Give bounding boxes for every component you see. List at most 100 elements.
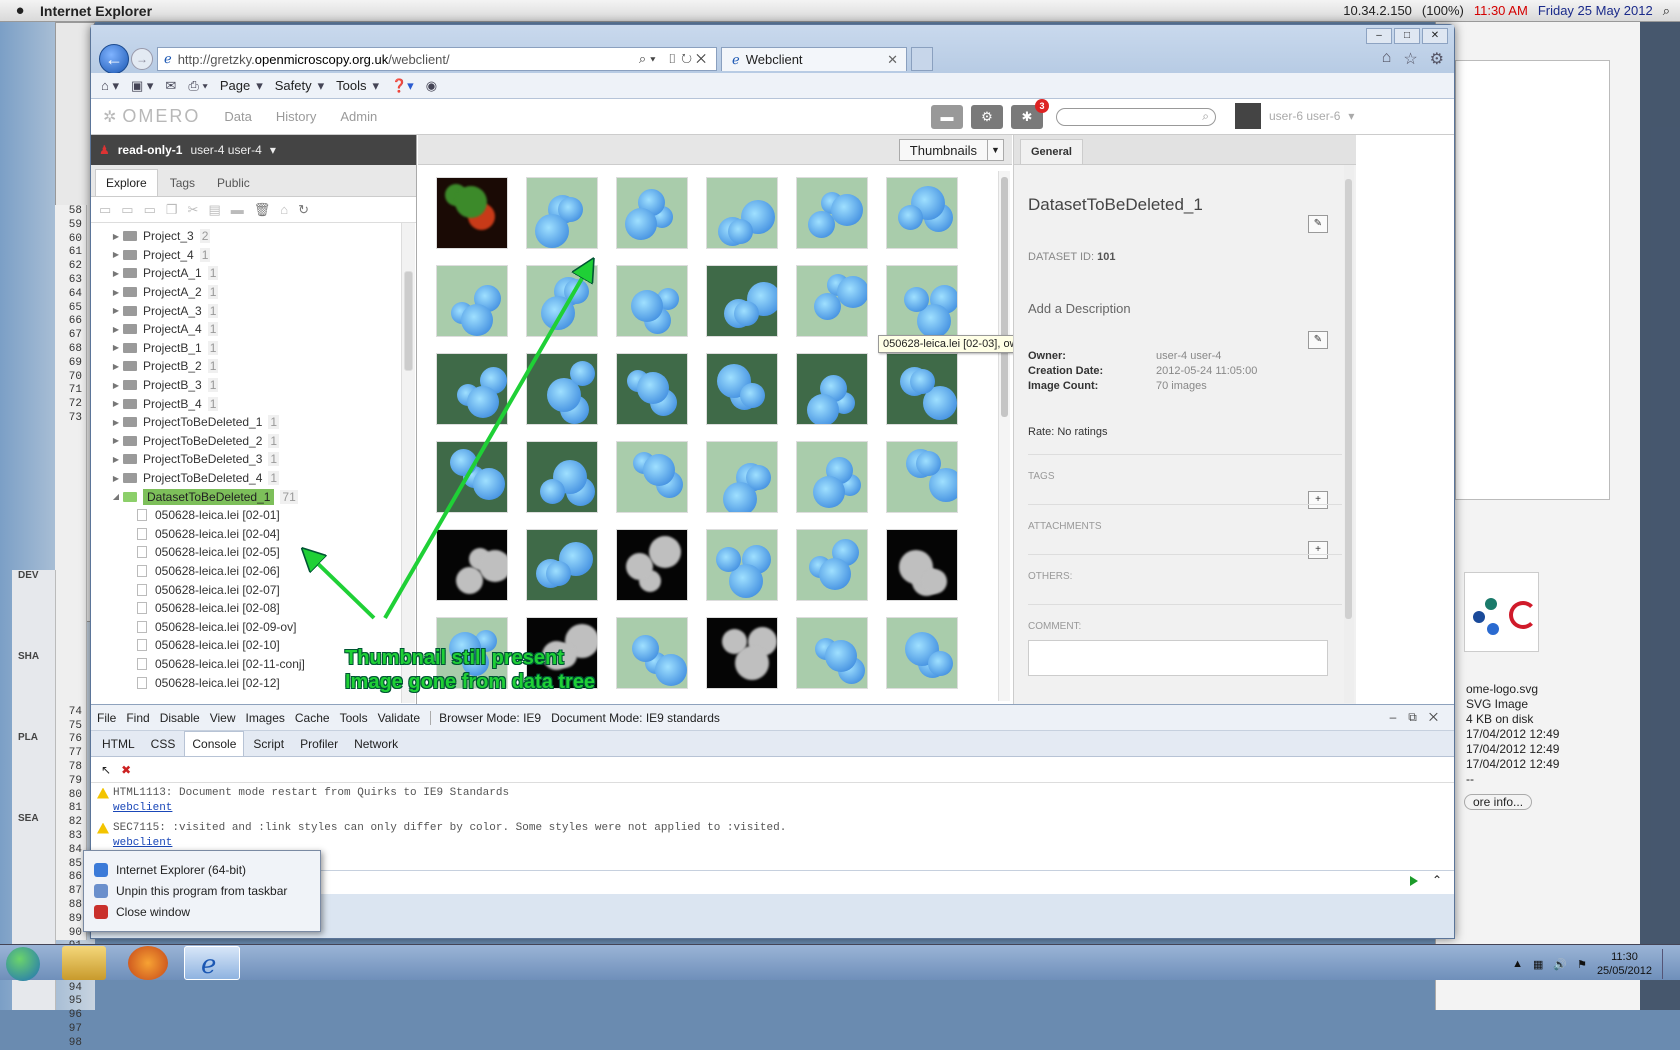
expand-arrow-icon[interactable]: ▶ — [109, 269, 123, 278]
flag-icon[interactable]: ⚑ — [1577, 958, 1587, 971]
tree-project[interactable]: ▶ ProjectToBeDeleted_2 1 — [91, 432, 401, 451]
apple-menu-icon[interactable]: ● — [0, 2, 40, 19]
background-text-window[interactable] — [1455, 60, 1610, 500]
minimize-button[interactable]: – — [1366, 28, 1392, 44]
battery-status[interactable]: (100%) — [1422, 3, 1464, 18]
jumplist-close-window[interactable]: Close window — [84, 901, 320, 922]
safety-menu[interactable]: Safety — [275, 78, 312, 93]
tree-image[interactable]: 050628-leica.lei [02-08] — [91, 599, 401, 618]
tree-image[interactable]: 050628-leica.lei [02-01] — [91, 506, 401, 525]
jumplist-open-ie[interactable]: Internet Explorer (64-bit) — [84, 859, 320, 880]
tree-project[interactable]: ▶ ProjectB_3 1 — [91, 376, 401, 395]
devtools-menu-images[interactable]: Images — [246, 711, 285, 725]
thumbnail[interactable] — [706, 617, 778, 689]
network-icon[interactable]: ▦ — [1533, 958, 1543, 971]
finder-section[interactable]: SHA — [12, 651, 55, 662]
tree-project[interactable]: ▶ ProjectB_1 1 — [91, 339, 401, 358]
document-mode-menu[interactable]: Document Mode: IE9 standards — [551, 711, 720, 725]
expand-arrow-icon[interactable]: ▶ — [109, 381, 123, 390]
tools-menu[interactable]: Tools — [336, 78, 366, 93]
show-desktop-button[interactable] — [1662, 949, 1672, 979]
thumbnail[interactable] — [436, 177, 508, 249]
nav-data[interactable]: Data — [224, 109, 251, 124]
thumbnail[interactable] — [526, 177, 598, 249]
feeds-icon[interactable]: ▣ ▾ — [131, 78, 153, 94]
tree-project[interactable]: ▶ ProjectA_2 1 — [91, 283, 401, 302]
finder-section[interactable]: SEA — [12, 813, 55, 824]
thumbnail[interactable] — [886, 529, 958, 601]
delete-trash-icon[interactable]: 🗑 — [254, 202, 271, 218]
paste-icon[interactable]: ▤ — [208, 202, 220, 218]
tab-script[interactable]: Script — [246, 732, 291, 756]
tab-network[interactable]: Network — [347, 732, 405, 756]
expand-arrow-icon[interactable]: ▶ — [109, 455, 123, 464]
thumbnail[interactable] — [886, 441, 958, 513]
favorites-star-icon[interactable]: ☆ — [1403, 49, 1417, 69]
new-folder-icon[interactable]: ▭ — [144, 202, 156, 218]
thumbnail[interactable] — [526, 265, 598, 337]
tab-console[interactable]: Console — [184, 731, 245, 756]
browser-mode-menu[interactable]: Browser Mode: IE9 — [430, 710, 541, 725]
refresh-icon[interactable]: ↻ — [298, 202, 309, 218]
thumbnail[interactable] — [706, 441, 778, 513]
edit-description-button[interactable]: ✎ — [1308, 331, 1328, 349]
thumbnail[interactable] — [706, 529, 778, 601]
user-menu[interactable]: user-6 user-6 ▾ — [1235, 103, 1354, 129]
taskbar-clock[interactable]: 11:30 25/05/2012 — [1597, 950, 1652, 978]
home-icon[interactable]: ⌂ — [1382, 49, 1392, 69]
thumbnail[interactable] — [436, 441, 508, 513]
nav-history[interactable]: History — [276, 109, 316, 124]
thumbnail[interactable] — [526, 441, 598, 513]
mail-icon[interactable]: ✉ — [165, 78, 176, 94]
collapse-arrow-icon[interactable]: ◢ — [109, 492, 123, 501]
thumbnail[interactable] — [796, 177, 868, 249]
thumbnail[interactable] — [886, 177, 958, 249]
remove-icon[interactable]: ▬ — [231, 202, 244, 217]
tray-arrow-icon[interactable]: ▲ — [1512, 958, 1523, 970]
right-scrollbar[interactable] — [1344, 165, 1354, 703]
devtools-menu-disable[interactable]: Disable — [160, 711, 200, 725]
expand-arrow-icon[interactable]: ▶ — [109, 418, 123, 427]
tab-webclient[interactable]: ℯ Webclient ✕ — [721, 47, 907, 71]
thumbnail[interactable] — [616, 265, 688, 337]
thumbnail[interactable] — [886, 353, 958, 425]
app-name[interactable]: Internet Explorer — [40, 3, 152, 19]
close-tab-icon[interactable]: ✕ — [887, 52, 906, 68]
devtools-menu-tools[interactable]: Tools — [340, 711, 368, 725]
address-bar[interactable]: ℯ http://gretzky. openmicroscopy.org.uk/w… — [157, 47, 717, 71]
console-source-link[interactable]: webclient — [97, 837, 1454, 849]
tree-image[interactable]: 050628-leica.lei [02-06] — [91, 562, 401, 581]
cut-icon[interactable]: ✂ — [188, 202, 199, 218]
expand-arrow-icon[interactable]: ▶ — [109, 362, 123, 371]
tree-project[interactable]: ▶ ProjectB_2 1 — [91, 357, 401, 376]
comment-input[interactable] — [1028, 640, 1328, 676]
tab-html[interactable]: HTML — [95, 732, 142, 756]
forward-button[interactable]: → — [131, 48, 153, 70]
expand-arrow-icon[interactable]: ▶ — [109, 399, 123, 408]
thumbnail[interactable] — [796, 353, 868, 425]
settings-gear-icon[interactable]: ⚙ — [1430, 49, 1444, 69]
devtools-window-controls[interactable]: –⧉✕ — [1390, 710, 1454, 725]
thumbnail[interactable] — [706, 265, 778, 337]
copy-icon[interactable]: ❐ — [166, 202, 178, 218]
tab-profiler[interactable]: Profiler — [293, 732, 345, 756]
finder-section[interactable]: PLA — [12, 732, 55, 743]
tab-explore[interactable]: Explore — [95, 169, 158, 196]
devtools-menu-file[interactable]: File — [97, 711, 116, 725]
center-scrollbar[interactable] — [998, 171, 1010, 701]
devtools-menu-view[interactable]: View — [210, 711, 236, 725]
thumbnail[interactable] — [706, 353, 778, 425]
omero-logo[interactable]: ✲ OMERO — [103, 106, 200, 127]
group-selector[interactable]: ♟ read-only-1 user-4 user-4 ▾ — [91, 135, 416, 165]
rating[interactable]: Rate: No ratings — [1028, 426, 1342, 438]
research-icon[interactable]: ◉ — [426, 78, 437, 94]
new-tab-button[interactable] — [911, 47, 933, 71]
thumbnail[interactable] — [796, 617, 868, 689]
address-controls[interactable]: ⌕▾ ▯↻✕ — [639, 51, 716, 67]
new-project-icon[interactable]: ▭ — [99, 202, 111, 218]
run-script-icon[interactable] — [1410, 876, 1418, 886]
explorer-taskbar-icon[interactable] — [62, 946, 106, 980]
search-input[interactable]: ⌕ — [1056, 108, 1216, 126]
tree-project[interactable]: ▶ ProjectToBeDeleted_1 1 — [91, 413, 401, 432]
select-element-icon[interactable]: ↖ — [101, 763, 111, 777]
